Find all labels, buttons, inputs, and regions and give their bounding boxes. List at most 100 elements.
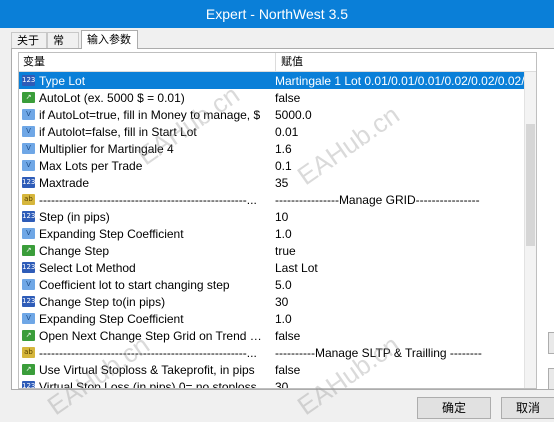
row-value-cell[interactable]: 1.6 bbox=[270, 142, 536, 156]
table-row[interactable]: 123 Virtual Stop Loss (in pips),0= no sto… bbox=[19, 378, 536, 389]
row-value-cell[interactable]: 35 bbox=[270, 176, 536, 190]
row-variable-cell[interactable]: V Multiplier for Martingale 4 bbox=[19, 142, 270, 156]
integer-type-icon: 123 bbox=[22, 211, 36, 222]
table-row[interactable]: V Max Lots per Trade 0.1 bbox=[19, 157, 536, 174]
boolean-type-icon: ↗ bbox=[22, 92, 35, 103]
boolean-type-icon: ↗ bbox=[22, 245, 35, 256]
row-variable-name: Expanding Step Coefficient bbox=[39, 226, 184, 241]
scrollbar-thumb[interactable] bbox=[526, 124, 535, 246]
table-body: 123 Type Lot Martingale 1 Lot 0.01/0.01/0.… bbox=[19, 72, 536, 389]
row-value-cell[interactable]: ----------------Manage GRID-------------… bbox=[270, 193, 536, 207]
row-variable-name: Change Step to(in pips) bbox=[39, 294, 166, 309]
decimal-type-icon: V bbox=[22, 228, 35, 239]
table-row[interactable]: V Coefficient lot to start changing step 5… bbox=[19, 276, 536, 293]
row-variable-cell[interactable]: ↗ AutoLot (ex. 5000 $ = 0.01) bbox=[19, 91, 270, 105]
row-variable-name: Max Lots per Trade bbox=[39, 158, 143, 173]
table-row[interactable]: 123 Step (in pips) 10 bbox=[19, 208, 536, 225]
table-row[interactable]: V Expanding Step Coefficient 1.0 bbox=[19, 225, 536, 242]
decimal-type-icon: V bbox=[22, 109, 35, 120]
tab-common[interactable]: 常用 bbox=[47, 32, 79, 63]
table-row[interactable]: 123 Type Lot Martingale 1 Lot 0.01/0.01/0.… bbox=[19, 72, 536, 89]
table-row[interactable]: 123 Select Lot Method Last Lot bbox=[19, 259, 536, 276]
cancel-button[interactable]: 取消 bbox=[501, 397, 554, 419]
row-variable-cell[interactable]: 123 Step (in pips) bbox=[19, 210, 270, 224]
row-variable-name: ----------------------------------------… bbox=[39, 192, 257, 207]
tab-about[interactable]: 关于 bbox=[11, 32, 47, 48]
window-title: Expert - NorthWest 3.5 bbox=[205, 6, 349, 22]
row-variable-cell[interactable]: V Coefficient lot to start changing step bbox=[19, 278, 270, 292]
column-header-variable[interactable]: 变量 bbox=[19, 53, 276, 71]
row-value-cell[interactable]: 10 bbox=[270, 210, 536, 224]
table-row[interactable]: ↗ Change Step true bbox=[19, 242, 536, 259]
table-row[interactable]: ab --------------------------------------… bbox=[19, 191, 536, 208]
table-row[interactable]: ↗ Use Virtual Stoploss & Takeprofit, in p… bbox=[19, 361, 536, 378]
row-variable-cell[interactable]: Vif AutoLot=true, fill in Money to manag… bbox=[19, 108, 270, 122]
row-variable-name: ----------------------------------------… bbox=[39, 345, 257, 360]
row-value-cell[interactable]: 0.01 bbox=[270, 125, 536, 139]
row-variable-cell[interactable]: ↗ Use Virtual Stoploss & Takeprofit, in p… bbox=[19, 363, 270, 377]
side-button-lower[interactable] bbox=[548, 368, 554, 390]
integer-type-icon: 123 bbox=[22, 381, 35, 388]
tab-input-parameters[interactable]: 输入参数 bbox=[81, 30, 138, 49]
row-value-cell[interactable]: true bbox=[270, 244, 536, 258]
row-variable-cell[interactable]: ↗ Change Step bbox=[19, 244, 270, 258]
decimal-type-icon: V bbox=[22, 143, 35, 154]
row-variable-name: if AutoLot=true, fill in Money to manage… bbox=[39, 107, 261, 122]
boolean-type-icon: ↗ bbox=[22, 330, 35, 341]
row-value-cell[interactable]: ----------Manage SLTP & Trailling ------… bbox=[270, 346, 536, 360]
table-row[interactable]: 123 Change Step to(in pips) 30 bbox=[19, 293, 536, 310]
row-variable-cell[interactable]: V Expanding Step Coefficient bbox=[19, 312, 270, 326]
row-value-cell[interactable]: 30 bbox=[270, 380, 536, 389]
column-header-value[interactable]: 赋值 bbox=[276, 53, 536, 71]
ok-button[interactable]: 确定 bbox=[417, 397, 491, 419]
table-row[interactable]: Vif Autolot=false, fill in Start Lot 0.01 bbox=[19, 123, 536, 140]
integer-type-icon: 123 bbox=[22, 177, 36, 188]
row-value-cell[interactable]: 30 bbox=[270, 295, 536, 309]
row-variable-name: Change Step bbox=[39, 243, 110, 258]
row-variable-name: Step (in pips) bbox=[39, 209, 110, 224]
row-variable-cell[interactable]: ab --------------------------------------… bbox=[19, 193, 270, 207]
vertical-scrollbar[interactable] bbox=[524, 72, 536, 388]
table-row[interactable]: ↗ Open Next Change Step Grid on Trend Dir… bbox=[19, 327, 536, 344]
row-value-cell[interactable]: 0.1 bbox=[270, 159, 536, 173]
tab-panel: 变量 赋值 123 Type Lot Martingale 1 Lot 0.01/0… bbox=[11, 48, 554, 390]
table-row[interactable]: 123 Maxtrade 35 bbox=[19, 174, 536, 191]
row-value-cell[interactable]: 5.0 bbox=[270, 278, 536, 292]
row-variable-cell[interactable]: 123 Type Lot bbox=[19, 74, 270, 88]
row-value-cell[interactable]: 5000.0 bbox=[270, 108, 536, 122]
string-type-icon: ab bbox=[22, 194, 35, 205]
row-variable-cell[interactable]: Vif Autolot=false, fill in Start Lot bbox=[19, 125, 270, 139]
row-variable-cell[interactable]: ab --------------------------------------… bbox=[19, 346, 270, 360]
row-variable-name: Maxtrade bbox=[39, 175, 90, 190]
row-value-cell[interactable]: 1.0 bbox=[270, 312, 536, 326]
table-row[interactable]: V Expanding Step Coefficient 1.0 bbox=[19, 310, 536, 327]
side-button-upper[interactable] bbox=[548, 332, 554, 354]
row-value-cell[interactable]: false bbox=[270, 91, 536, 105]
row-value-cell[interactable]: Last Lot bbox=[270, 261, 536, 275]
row-variable-cell[interactable]: ↗ Open Next Change Step Grid on Trend Dir… bbox=[19, 329, 270, 343]
table-row[interactable]: ab --------------------------------------… bbox=[19, 344, 536, 361]
table-row[interactable]: Vif AutoLot=true, fill in Money to manag… bbox=[19, 106, 536, 123]
row-variable-cell[interactable]: 123 Change Step to(in pips) bbox=[19, 295, 270, 309]
decimal-type-icon: V bbox=[22, 313, 35, 324]
row-value-cell[interactable]: false bbox=[270, 363, 536, 377]
integer-type-icon: 123 bbox=[22, 262, 36, 273]
row-variable-cell[interactable]: V Max Lots per Trade bbox=[19, 159, 270, 173]
row-variable-name: Select Lot Method bbox=[39, 260, 136, 275]
row-variable-cell[interactable]: V Expanding Step Coefficient bbox=[19, 227, 270, 241]
row-value-cell[interactable]: 1.0 bbox=[270, 227, 536, 241]
row-variable-cell[interactable]: 123 Select Lot Method bbox=[19, 261, 270, 275]
row-variable-cell[interactable]: 123 Virtual Stop Loss (in pips),0= no sto… bbox=[19, 380, 270, 388]
row-variable-name: if Autolot=false, fill in Start Lot bbox=[39, 124, 197, 139]
integer-type-icon: 123 bbox=[22, 296, 36, 307]
row-value-cell[interactable]: Martingale 1 Lot 0.01/0.01/0.01/0.02/0.0… bbox=[270, 74, 536, 88]
decimal-type-icon: V bbox=[22, 160, 35, 171]
row-value-cell[interactable]: false bbox=[270, 329, 536, 343]
decimal-type-icon: V bbox=[22, 279, 35, 290]
row-variable-name: Use Virtual Stoploss & Takeprofit, in pi… bbox=[39, 362, 255, 377]
string-type-icon: ab bbox=[22, 347, 35, 358]
table-row[interactable]: ↗ AutoLot (ex. 5000 $ = 0.01) false bbox=[19, 89, 536, 106]
window-titlebar: Expert - NorthWest 3.5 bbox=[0, 0, 554, 28]
table-row[interactable]: V Multiplier for Martingale 4 1.6 bbox=[19, 140, 536, 157]
row-variable-cell[interactable]: 123 Maxtrade bbox=[19, 176, 270, 190]
